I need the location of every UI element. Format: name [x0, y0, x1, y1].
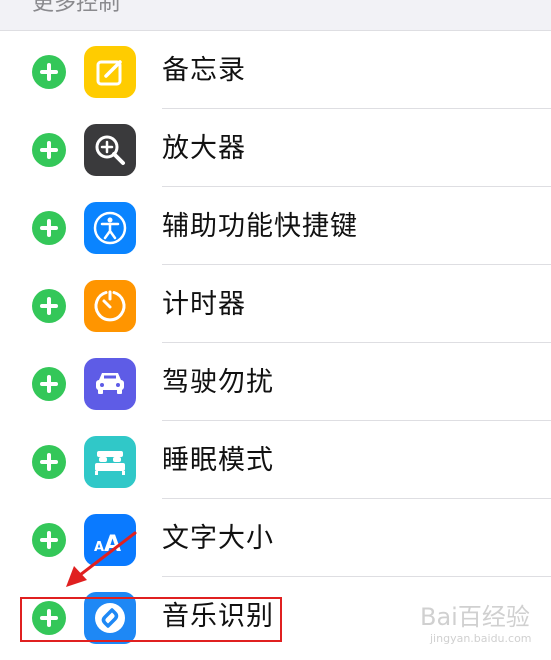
control-label: 放大器 [162, 133, 246, 164]
notes-icon [84, 46, 136, 98]
add-button[interactable] [32, 211, 66, 245]
bed-icon [84, 436, 136, 488]
add-button[interactable] [32, 445, 66, 479]
watermark: Bai百经验 jingyan.baidu.com [420, 602, 548, 654]
control-row-accessibility: 辅助功能快捷键 [0, 187, 551, 265]
add-button[interactable] [32, 289, 66, 323]
car-icon [84, 358, 136, 410]
add-button[interactable] [32, 367, 66, 401]
add-button[interactable] [32, 133, 66, 167]
add-button[interactable] [32, 523, 66, 557]
magnifier-icon [84, 124, 136, 176]
control-row-driving-focus: 驾驶勿扰 [0, 343, 551, 421]
highlight-box [20, 597, 282, 642]
control-label: 备忘录 [162, 55, 246, 86]
control-row-text-size: A A 文字大小 [0, 499, 551, 577]
accessibility-icon [84, 202, 136, 254]
add-button[interactable] [32, 55, 66, 89]
svg-text:A: A [94, 540, 104, 555]
control-label: 文字大小 [162, 523, 274, 554]
section-header: 更多控制 [0, 0, 551, 30]
control-label: 驾驶勿扰 [162, 367, 274, 398]
control-row-magnifier: 放大器 [0, 109, 551, 187]
control-label: 计时器 [162, 289, 246, 320]
section-title: 更多控制 [32, 0, 121, 16]
control-row-sleep: 睡眠模式 [0, 421, 551, 499]
watermark-url: jingyan.baidu.com [430, 632, 532, 645]
svg-text:A: A [104, 532, 121, 557]
control-row-timer: 计时器 [0, 265, 551, 343]
text-size-icon: A A [84, 514, 136, 566]
control-row-notes: 备忘录 [0, 31, 551, 109]
control-label: 辅助功能快捷键 [162, 211, 358, 242]
timer-icon [84, 280, 136, 332]
control-label: 睡眠模式 [162, 445, 274, 476]
watermark-brand: Bai百经验 [420, 603, 530, 631]
